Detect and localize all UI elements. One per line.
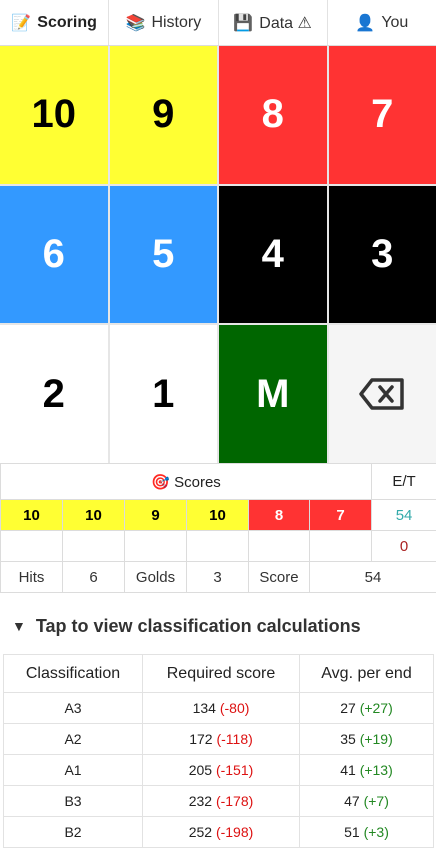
summary-row: Hits 6 Golds 3 Score 54 bbox=[0, 561, 436, 593]
avg-per-end: 41 (+13) bbox=[299, 754, 434, 786]
scores-table: 🎯 Scores E/T 10 10 9 10 8 7 54 0 Hits 6 bbox=[0, 463, 436, 593]
arrow-score[interactable]: 7 bbox=[308, 499, 373, 531]
empty-cell[interactable] bbox=[308, 530, 373, 562]
classification-toggle-label: Tap to view classification calculations bbox=[35, 615, 361, 636]
table-row: B2 252 (-198) 51 (+3) bbox=[3, 816, 434, 848]
tab-label: You bbox=[381, 13, 409, 31]
books-icon: 📚 bbox=[125, 13, 146, 32]
end-row: 10 10 9 10 8 7 54 bbox=[0, 499, 436, 531]
avg-per-end: 27 (+27) bbox=[299, 692, 434, 724]
avg-per-end: 51 (+3) bbox=[299, 816, 434, 848]
class-name: A3 bbox=[3, 692, 143, 724]
classification-section: ▼ Tap to view classification calculation… bbox=[0, 598, 436, 848]
score-key-1[interactable]: 1 bbox=[109, 325, 217, 463]
required-score: 205 (-151) bbox=[142, 754, 300, 786]
classification-toggle[interactable]: ▼ Tap to view classification calculation… bbox=[0, 598, 436, 654]
required-score: 252 (-198) bbox=[142, 816, 300, 848]
required-score: 232 (-178) bbox=[142, 785, 300, 817]
class-name: A1 bbox=[3, 754, 143, 786]
score-key-miss[interactable]: M bbox=[219, 325, 327, 463]
column-header: Classification bbox=[3, 654, 143, 693]
user-icon: 👤 bbox=[355, 13, 376, 32]
tab-data[interactable]: 💾 Data ⚠ bbox=[219, 0, 328, 45]
score-value: 54 bbox=[308, 561, 436, 593]
end-total: 54 bbox=[371, 499, 436, 531]
empty-cell[interactable] bbox=[248, 530, 310, 562]
score-key-3[interactable]: 3 bbox=[328, 185, 436, 324]
scores-panel: 🎯 Scores E/T 10 10 9 10 8 7 54 0 Hits 6 bbox=[0, 463, 436, 593]
classification-table: Classification Required score Avg. per e… bbox=[3, 654, 434, 848]
table-row: A3 134 (-80) 27 (+27) bbox=[3, 692, 434, 724]
arrow-score[interactable]: 9 bbox=[124, 499, 187, 531]
table-row: B3 232 (-178) 47 (+7) bbox=[3, 785, 434, 817]
tab-bar: 📝 Scoring 📚 History 💾 Data ⚠ 👤 You bbox=[0, 0, 436, 46]
target-icon: 🎯 bbox=[151, 473, 170, 491]
class-name: B3 bbox=[3, 785, 143, 817]
tab-label: History bbox=[151, 13, 202, 31]
tab-you[interactable]: 👤 You bbox=[328, 0, 436, 45]
arrow-score[interactable]: 10 bbox=[0, 499, 63, 531]
tab-label: Scoring bbox=[37, 13, 97, 31]
avg-per-end: 47 (+7) bbox=[299, 785, 434, 817]
arrow-score[interactable]: 10 bbox=[62, 499, 125, 531]
scores-title: Scores bbox=[174, 473, 221, 491]
empty-cell[interactable] bbox=[186, 530, 249, 562]
class-name: B2 bbox=[3, 816, 143, 848]
class-name: A2 bbox=[3, 723, 143, 755]
score-key-9[interactable]: 9 bbox=[109, 46, 217, 184]
hits-value: 6 bbox=[62, 561, 125, 593]
score-key-7[interactable]: 7 bbox=[328, 46, 436, 184]
required-score: 172 (-118) bbox=[142, 723, 300, 755]
table-row: A2 172 (-118) 35 (+19) bbox=[3, 723, 434, 755]
table-row: A1 205 (-151) 41 (+13) bbox=[3, 754, 434, 786]
empty-cell[interactable] bbox=[62, 530, 125, 562]
column-header: Avg. per end bbox=[299, 654, 434, 693]
tab-history[interactable]: 📚 History bbox=[109, 0, 219, 45]
golds-label: Golds bbox=[124, 561, 187, 593]
et-header: E/T bbox=[371, 463, 436, 500]
tab-label: Data ⚠ bbox=[259, 14, 312, 32]
score-key-10[interactable]: 10 bbox=[0, 46, 108, 184]
score-key-2[interactable]: 2 bbox=[0, 325, 108, 463]
avg-per-end: 35 (+19) bbox=[299, 723, 434, 755]
empty-cell[interactable] bbox=[0, 530, 63, 562]
disclosure-triangle-icon: ▼ bbox=[12, 618, 26, 634]
backspace-icon bbox=[359, 378, 404, 410]
end-total: 0 bbox=[371, 530, 436, 562]
hits-label: Hits bbox=[0, 561, 63, 593]
arrow-score[interactable]: 10 bbox=[186, 499, 249, 531]
golds-value: 3 bbox=[186, 561, 249, 593]
score-label: Score bbox=[248, 561, 310, 593]
empty-end-row: 0 bbox=[0, 530, 436, 562]
score-key-4[interactable]: 4 bbox=[219, 185, 327, 324]
column-header: Required score bbox=[142, 654, 300, 693]
memo-icon: 📝 bbox=[11, 13, 32, 32]
score-key-5[interactable]: 5 bbox=[109, 185, 217, 324]
empty-cell[interactable] bbox=[124, 530, 187, 562]
required-score: 134 (-80) bbox=[142, 692, 300, 724]
backspace-button[interactable] bbox=[328, 325, 436, 463]
score-key-6[interactable]: 6 bbox=[0, 185, 108, 324]
score-keypad: 10 9 8 7 6 5 4 3 2 1 M bbox=[0, 46, 436, 463]
arrow-score[interactable]: 8 bbox=[248, 499, 310, 531]
score-key-8[interactable]: 8 bbox=[219, 46, 327, 184]
scores-header: 🎯 Scores bbox=[0, 463, 373, 500]
floppy-disk-icon: 💾 bbox=[233, 13, 254, 32]
tab-scoring[interactable]: 📝 Scoring bbox=[0, 0, 110, 45]
